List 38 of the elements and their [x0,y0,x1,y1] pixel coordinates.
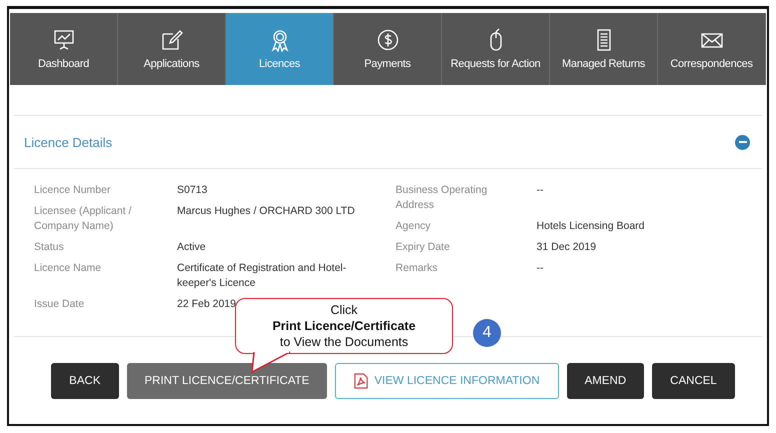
field-value: 22 Feb 2019 [177,297,236,312]
panel-title: Licence Details [24,134,112,150]
field-label: Licensee (Applicant / Company Name) [34,204,132,234]
action-button[interactable]: AMEND [566,363,644,399]
nav-tab[interactable]: Licences [226,13,334,85]
field-label: Status [34,240,65,255]
pdf-icon [354,373,368,389]
action-button[interactable]: PRINT LICENCE/CERTIFICATE [126,363,328,399]
field-value: -- [536,183,544,198]
collapse-toggle[interactable] [735,134,750,150]
field-value: Active [177,240,206,255]
nav-tab[interactable]: Correspondences [658,13,766,85]
callout-text: Click [330,302,358,318]
nav-tab[interactable]: Managed Returns [550,13,658,85]
action-button[interactable]: CANCEL [652,363,735,399]
field-label: Remarks [396,261,439,276]
pencil-square-icon [160,28,184,52]
field-value: Hotels Licensing Board [536,219,645,234]
field-label: Agency [396,219,432,234]
dollar-icon [376,28,400,52]
nav-tab[interactable]: Requests for Action [442,13,550,85]
step-badge: 4 [473,319,501,347]
nav-tab[interactable]: Payments [334,13,442,85]
callout-text: to View the Documents [280,334,408,350]
field-value: S0713 [177,183,208,198]
field-label: Licence Number [34,183,112,198]
field-value: -- [536,261,544,276]
field-value: Certificate of Registration and Hotel-keeper's Licence [177,261,348,291]
field-label: Licence Name [34,261,102,276]
nav-tab[interactable]: Dashboard [10,13,118,85]
field-value: 31 Dec 2019 [536,240,596,255]
field-label: Issue Date [34,297,86,312]
field-value: Marcus Hughes / ORCHARD 300 LTD [177,204,355,219]
field-label: Business Operating Address [396,183,488,213]
callout-text: Print Licence/Certificate [272,318,416,334]
presentation-board-icon [52,28,76,52]
action-button[interactable]: BACK [51,363,118,399]
field-label: Expiry Date [396,240,451,255]
